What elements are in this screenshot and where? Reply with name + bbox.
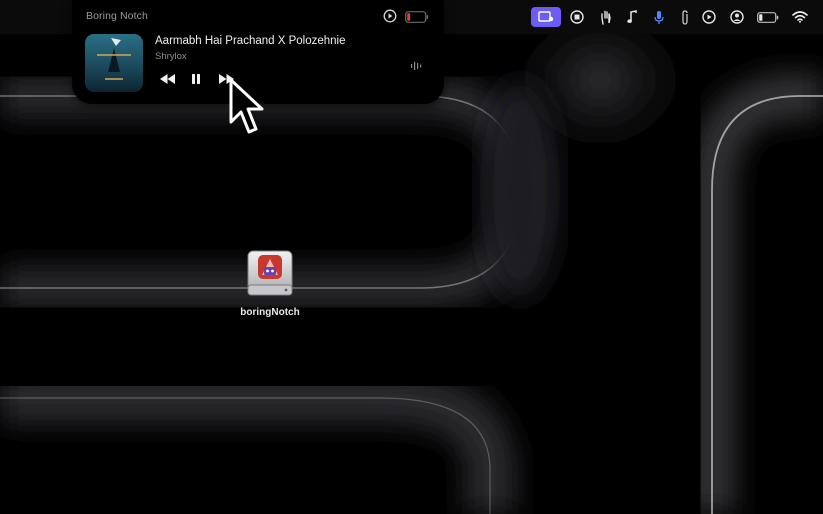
play-circle-icon[interactable] (699, 7, 719, 27)
disk-image-icon (246, 249, 294, 299)
hand-icon[interactable] (596, 7, 616, 27)
microphone-icon[interactable] (649, 7, 669, 27)
track-title: Aarmabh Hai Prachand X Polozehnie (155, 35, 346, 47)
paperclip-icon[interactable] (675, 7, 695, 27)
album-art[interactable] (85, 34, 143, 92)
battery-icon[interactable] (756, 7, 780, 27)
battery-icon (405, 10, 429, 23)
play-circle-icon[interactable] (383, 9, 397, 23)
audio-visualizer-icon (410, 58, 424, 70)
user-circle-icon[interactable] (727, 7, 747, 27)
desktop-icon-label: boringNotch (240, 307, 300, 318)
mouse-cursor-icon (229, 78, 265, 138)
music-note-icon[interactable] (622, 7, 642, 27)
rewind-button[interactable] (158, 72, 178, 86)
pause-button[interactable] (189, 72, 203, 86)
track-artist: Shrylox (155, 51, 187, 62)
wifi-icon[interactable] (790, 7, 810, 27)
screen-share-icon[interactable] (531, 7, 561, 27)
notch-app-name: Boring Notch (86, 10, 148, 22)
stop-record-icon[interactable] (567, 7, 587, 27)
desktop-icon-boringnotch[interactable]: boringNotch (238, 249, 302, 321)
